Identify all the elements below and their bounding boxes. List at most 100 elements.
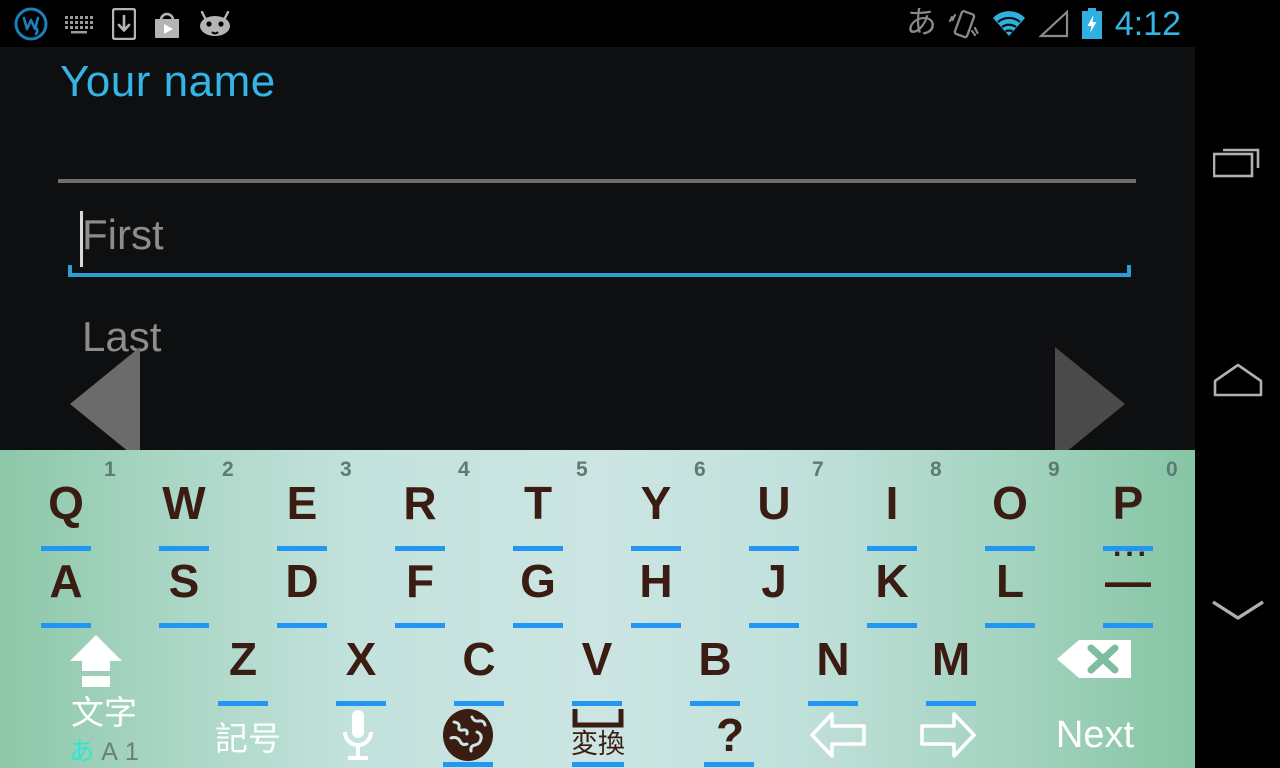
title-divider bbox=[58, 179, 1136, 183]
key-label: O bbox=[992, 477, 1028, 529]
key-underline bbox=[336, 701, 386, 706]
key-label: Q bbox=[48, 477, 84, 529]
key-q[interactable]: Q bbox=[8, 472, 124, 534]
key-hint: 7 bbox=[812, 458, 824, 481]
android-icon bbox=[200, 10, 230, 36]
key-label: H bbox=[639, 555, 673, 607]
key-question[interactable]: ? bbox=[675, 706, 785, 764]
key-underline bbox=[218, 701, 268, 706]
home-icon bbox=[1213, 363, 1262, 397]
key-label: R bbox=[403, 477, 437, 529]
key-f[interactable]: F bbox=[362, 550, 478, 612]
space-label: 変換 bbox=[571, 728, 625, 760]
arrow-right-icon bbox=[920, 712, 976, 758]
key-label: J bbox=[761, 555, 787, 607]
mode-kana: あ bbox=[69, 737, 95, 766]
key-mode-switch[interactable]: 文字 あ A 1 bbox=[42, 696, 166, 766]
key-g[interactable]: G bbox=[480, 550, 596, 612]
key-n[interactable]: N bbox=[775, 628, 891, 690]
android-screen: あ 4:12 Your name First Last Q 1 W 2 E 3 … bbox=[0, 0, 1280, 768]
key-y[interactable]: Y bbox=[598, 472, 714, 534]
cell-signal-icon bbox=[1038, 9, 1068, 37]
key-z[interactable]: Z bbox=[185, 628, 301, 690]
key-underline bbox=[572, 762, 624, 767]
key-k[interactable]: K bbox=[834, 550, 950, 612]
key-m[interactable]: M bbox=[893, 628, 1009, 690]
mode-alpha: A bbox=[101, 738, 118, 766]
last-name-field[interactable]: Last bbox=[68, 309, 1131, 379]
key-label: B bbox=[698, 633, 732, 685]
next-arrow-icon[interactable] bbox=[1055, 347, 1125, 450]
japanese-qwerty-keyboard[interactable]: Q 1 W 2 E 3 R 4 T 5 Y 6 U 7 I 8 O 9 P 0 … bbox=[0, 450, 1195, 768]
recents-icon bbox=[1212, 148, 1259, 178]
key-enter-next[interactable]: Next bbox=[1030, 706, 1160, 764]
first-name-underline bbox=[68, 265, 1131, 277]
nav-home-button[interactable] bbox=[1195, 340, 1280, 420]
key-i[interactable]: I bbox=[834, 472, 950, 534]
download-icon bbox=[112, 7, 136, 40]
key-label: F bbox=[405, 555, 435, 607]
wifi-icon bbox=[992, 10, 1025, 36]
key-cursor-right[interactable] bbox=[893, 706, 1003, 764]
key-c[interactable]: C bbox=[421, 628, 537, 690]
enter-label: Next bbox=[1055, 714, 1135, 756]
key-v[interactable]: V bbox=[539, 628, 655, 690]
first-name-field[interactable]: First bbox=[68, 207, 1131, 277]
key-language-switch[interactable] bbox=[418, 706, 518, 764]
key-label: V bbox=[581, 633, 613, 685]
key-label: A bbox=[49, 555, 83, 607]
key-label: L bbox=[995, 555, 1025, 607]
key-shift[interactable] bbox=[56, 628, 136, 690]
key-backspace[interactable] bbox=[1040, 628, 1150, 690]
key-j[interactable]: J bbox=[716, 550, 832, 612]
ime-indicator-icon: あ bbox=[905, 5, 937, 41]
page-title: Your name bbox=[60, 57, 276, 106]
key-symbols[interactable]: 記号 bbox=[190, 710, 306, 766]
key-label: — bbox=[1105, 555, 1151, 607]
key-a[interactable]: A bbox=[8, 550, 124, 612]
status-bar-system-icons[interactable]: あ 4:12 bbox=[906, 7, 1195, 41]
key-p[interactable]: P bbox=[1070, 472, 1186, 534]
key-space[interactable]: 変換 bbox=[538, 698, 658, 766]
key-cursor-left[interactable] bbox=[783, 706, 893, 764]
key-label: T bbox=[523, 477, 553, 529]
key-hint: 5 bbox=[576, 458, 588, 481]
question-label: ? bbox=[715, 709, 745, 761]
key-r[interactable]: R bbox=[362, 472, 478, 534]
key-w[interactable]: W bbox=[126, 472, 242, 534]
nav-recents-button[interactable] bbox=[1195, 120, 1280, 200]
key-label: U bbox=[757, 477, 791, 529]
key-d[interactable]: D bbox=[244, 550, 360, 612]
key-hint: 9 bbox=[1048, 458, 1060, 481]
key-label: X bbox=[345, 633, 377, 685]
prev-arrow-icon[interactable] bbox=[70, 347, 140, 450]
key-hint: 8 bbox=[930, 458, 942, 481]
key-s[interactable]: S bbox=[126, 550, 242, 612]
key-voice-input[interactable] bbox=[303, 708, 413, 766]
key-label: M bbox=[931, 633, 971, 685]
key-b[interactable]: B bbox=[657, 628, 773, 690]
status-bar: あ 4:12 bbox=[0, 0, 1195, 47]
nav-hide-keyboard-button[interactable] bbox=[1195, 570, 1280, 650]
key-e[interactable]: E bbox=[244, 472, 360, 534]
key-u[interactable]: U bbox=[716, 472, 832, 534]
key-hint: 3 bbox=[340, 458, 352, 481]
key-label: K bbox=[875, 555, 909, 607]
key-hint: 2 bbox=[222, 458, 234, 481]
key-label: Y bbox=[640, 477, 672, 529]
shift-icon bbox=[70, 635, 122, 687]
status-bar-notifications[interactable] bbox=[0, 7, 232, 41]
battery-charging-icon bbox=[1081, 7, 1102, 39]
key-x[interactable]: X bbox=[303, 628, 419, 690]
key-hint: 4 bbox=[458, 458, 470, 481]
key-t[interactable]: T bbox=[480, 472, 596, 534]
key-dash[interactable]: — bbox=[1070, 550, 1186, 612]
key-l[interactable]: L bbox=[952, 550, 1068, 612]
key-underline bbox=[704, 762, 754, 767]
key-label: N bbox=[816, 633, 850, 685]
key-hint: 0 bbox=[1166, 458, 1178, 481]
key-h[interactable]: H bbox=[598, 550, 714, 612]
key-label: W bbox=[162, 477, 206, 529]
key-o[interactable]: O bbox=[952, 472, 1068, 534]
app-content: Your name First Last bbox=[0, 47, 1195, 450]
